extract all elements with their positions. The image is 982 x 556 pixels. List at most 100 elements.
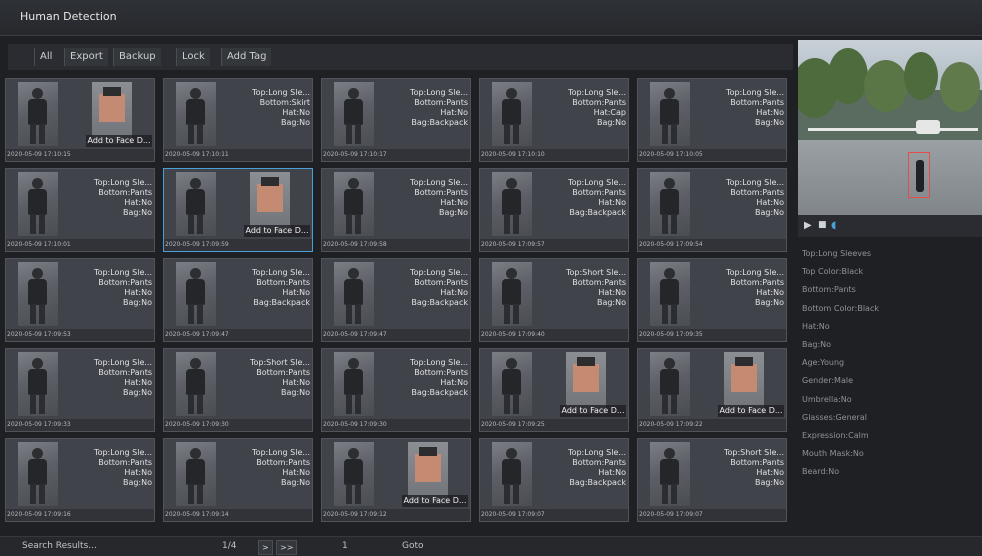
person-thumbnail [18,442,58,506]
attribute-text: Bottom:Pants [98,458,152,467]
result-card[interactable]: Top:Long Sle... Bottom:Pants Hat:No Bag:No 2… [637,78,787,162]
attribute-list: Top:Long Sle... Bottom:Pants Hat:No Bag:No [718,178,784,218]
result-card[interactable]: Top:Short Sle... Bottom:Pants Hat:No Bag:No… [637,438,787,522]
result-card[interactable]: Top:Long Sle... Bottom:Pants Hat:No Bag:Bac… [321,348,471,432]
attribute-text: Top:Long Sle... [94,448,152,457]
result-card[interactable]: Top:Long Sle... Bottom:Pants Hat:No Bag:No 2… [5,438,155,522]
result-card[interactable]: Top:Long Sle... Bottom:Pants Hat:No Bag:No 2… [637,168,787,252]
result-card[interactable]: Add to Face D... 2020-05-09 17:10:15 [5,78,155,162]
result-card[interactable]: Top:Long Sle... Bottom:Pants Hat:No Bag:No 2… [5,168,155,252]
attribute-text: Top:Long Sle... [726,178,784,187]
attribute-text: Bag:No [122,478,152,487]
timestamp: 2020-05-09 17:09:07 [638,509,786,521]
result-card[interactable]: Top:Long Sle... Bottom:Pants Hat:No Bag:Bac… [479,438,629,522]
attribute-text: Bag:Backpack [569,478,626,487]
result-card[interactable]: Top:Long Sle... Bottom:Skirt Hat:No Bag:No 2… [163,78,313,162]
results-grid: Add to Face D... 2020-05-09 17:10:15 Top:L… [5,78,795,522]
attribute-list: Top:Short Sle... Bottom:Pants Hat:No Bag:No [244,358,310,398]
volume-icon[interactable]: ◖ [831,220,836,231]
attribute-text: Hat:No [756,108,784,117]
attribute-text: Top:Long Sle... [726,268,784,277]
result-card[interactable]: Top:Long Sle... Bottom:Pants Hat:No Bag:Bac… [479,168,629,252]
goto-page-input[interactable]: 1 [342,541,348,551]
person-thumbnail [334,172,374,236]
result-card[interactable]: Add to Face D... 2020-05-09 17:09:22 [637,348,787,432]
add-to-face-db-button[interactable]: Add to Face D... [402,495,468,507]
timestamp: 2020-05-09 17:09:25 [480,419,628,431]
stop-icon[interactable]: ■ [818,220,827,230]
attribute-text: Top:Long Sle... [568,178,626,187]
result-card[interactable]: Top:Long Sle... Bottom:Pants Hat:No Bag:No 2… [637,258,787,342]
result-card[interactable]: Top:Long Sle... Bottom:Pants Hat:No Bag:No 2… [5,258,155,342]
attribute-text: Bag:No [280,388,310,397]
attribute-list: Top:Long Sle... Bottom:Pants Hat:No Bag:Bac… [402,358,468,398]
add-to-face-db-button[interactable]: Add to Face D... [560,405,626,417]
result-card[interactable]: Add to Face D... 2020-05-09 17:09:12 [321,438,471,522]
result-card[interactable]: Top:Long Sle... Bottom:Pants Hat:No Bag:Bac… [321,258,471,342]
attribute-text: Top:Long Sle... [252,88,310,97]
attribute-text: Bag:No [754,208,784,217]
attribute-list: Top:Long Sle... Bottom:Pants Hat:No Bag:No [718,88,784,128]
timestamp: 2020-05-09 17:10:11 [164,149,312,161]
attribute-details: Top:Long Sleeves Top Color:Black Bottom:Pa… [802,245,978,482]
all-checkbox[interactable]: All [34,48,57,66]
title-bar: Human Detection [0,0,982,36]
person-thumbnail [650,442,690,506]
goto-button[interactable]: Goto [402,541,424,551]
playback-controls: ▶ ■ ◖ [798,215,982,237]
person-thumbnail [176,262,216,326]
add-tag-button[interactable]: Add Tag [221,48,272,66]
person-thumbnail [492,442,532,506]
attribute-text: Hat:No [598,468,626,477]
attribute-text: Bottom:Pants [572,98,626,107]
person-thumbnail [176,442,216,506]
attribute-text: Bag:Backpack [569,208,626,217]
attribute-text: Bottom:Pants [730,188,784,197]
attribute-text: Bag:No [596,118,626,127]
person-thumbnail [650,82,690,146]
result-card[interactable]: Top:Short Sle... Bottom:Pants Hat:No Bag:No… [479,258,629,342]
backup-button[interactable]: Backup [113,48,161,66]
attribute-text: Top:Long Sle... [252,268,310,277]
last-page-button[interactable]: >> [276,540,298,555]
next-page-button[interactable]: > [258,540,273,555]
attribute-list: Top:Long Sle... Bottom:Pants Hat:No Bag:No [718,268,784,308]
person-thumbnail [18,172,58,236]
timestamp: 2020-05-09 17:09:30 [164,419,312,431]
result-card[interactable]: Add to Face D... 2020-05-09 17:09:59 [163,168,313,252]
result-card[interactable]: Top:Short Sle... Bottom:Pants Hat:No Bag:No… [163,348,313,432]
attribute-list: Top:Long Sle... Bottom:Pants Hat:No Bag:Bac… [560,178,626,218]
window-title: Human Detection [20,10,117,23]
result-card[interactable]: Add to Face D... 2020-05-09 17:09:25 [479,348,629,432]
attribute-list: Top:Long Sle... Bottom:Skirt Hat:No Bag:No [244,88,310,128]
result-card[interactable]: Top:Long Sle... Bottom:Pants Hat:No Bag:No 2… [321,168,471,252]
attribute-text: Top:Short Sle... [723,448,784,457]
attribute-text: Bottom:Pants [730,278,784,287]
attribute-text: Bottom:Pants [98,278,152,287]
play-icon[interactable]: ▶ [804,220,812,231]
person-thumbnail [334,82,374,146]
attribute-text: Bag:No [754,478,784,487]
attribute-text: Top:Long Sle... [568,88,626,97]
person-thumbnail [334,262,374,326]
attribute-text: Bag:No [438,208,468,217]
result-card[interactable]: Top:Long Sle... Bottom:Pants Hat:No Bag:Bac… [321,78,471,162]
add-to-face-db-button[interactable]: Add to Face D... [86,135,152,147]
person-thumbnail [18,82,58,146]
result-card[interactable]: Top:Long Sle... Bottom:Pants Hat:No Bag:No 2… [163,438,313,522]
add-to-face-db-button[interactable]: Add to Face D... [718,405,784,417]
attribute-text: Bag:No [754,298,784,307]
detail-attribute: Mouth Mask:No [802,449,864,459]
add-to-face-db-button[interactable]: Add to Face D... [244,225,310,237]
timestamp: 2020-05-09 17:09:47 [164,329,312,341]
attribute-text: Bottom:Pants [256,458,310,467]
result-card[interactable]: Top:Long Sle... Bottom:Pants Hat:No Bag:No 2… [5,348,155,432]
result-card[interactable]: Top:Long Sle... Bottom:Pants Hat:No Bag:Bac… [163,258,313,342]
lock-button[interactable]: Lock [176,48,210,66]
export-button[interactable]: Export [64,48,108,66]
detail-attribute: Gender:Male [802,376,853,386]
person-thumbnail [492,262,532,326]
result-card[interactable]: Top:Long Sle... Bottom:Pants Hat:Cap Bag:No… [479,78,629,162]
attribute-text: Bottom:Pants [730,98,784,107]
attribute-text: Hat:No [598,288,626,297]
